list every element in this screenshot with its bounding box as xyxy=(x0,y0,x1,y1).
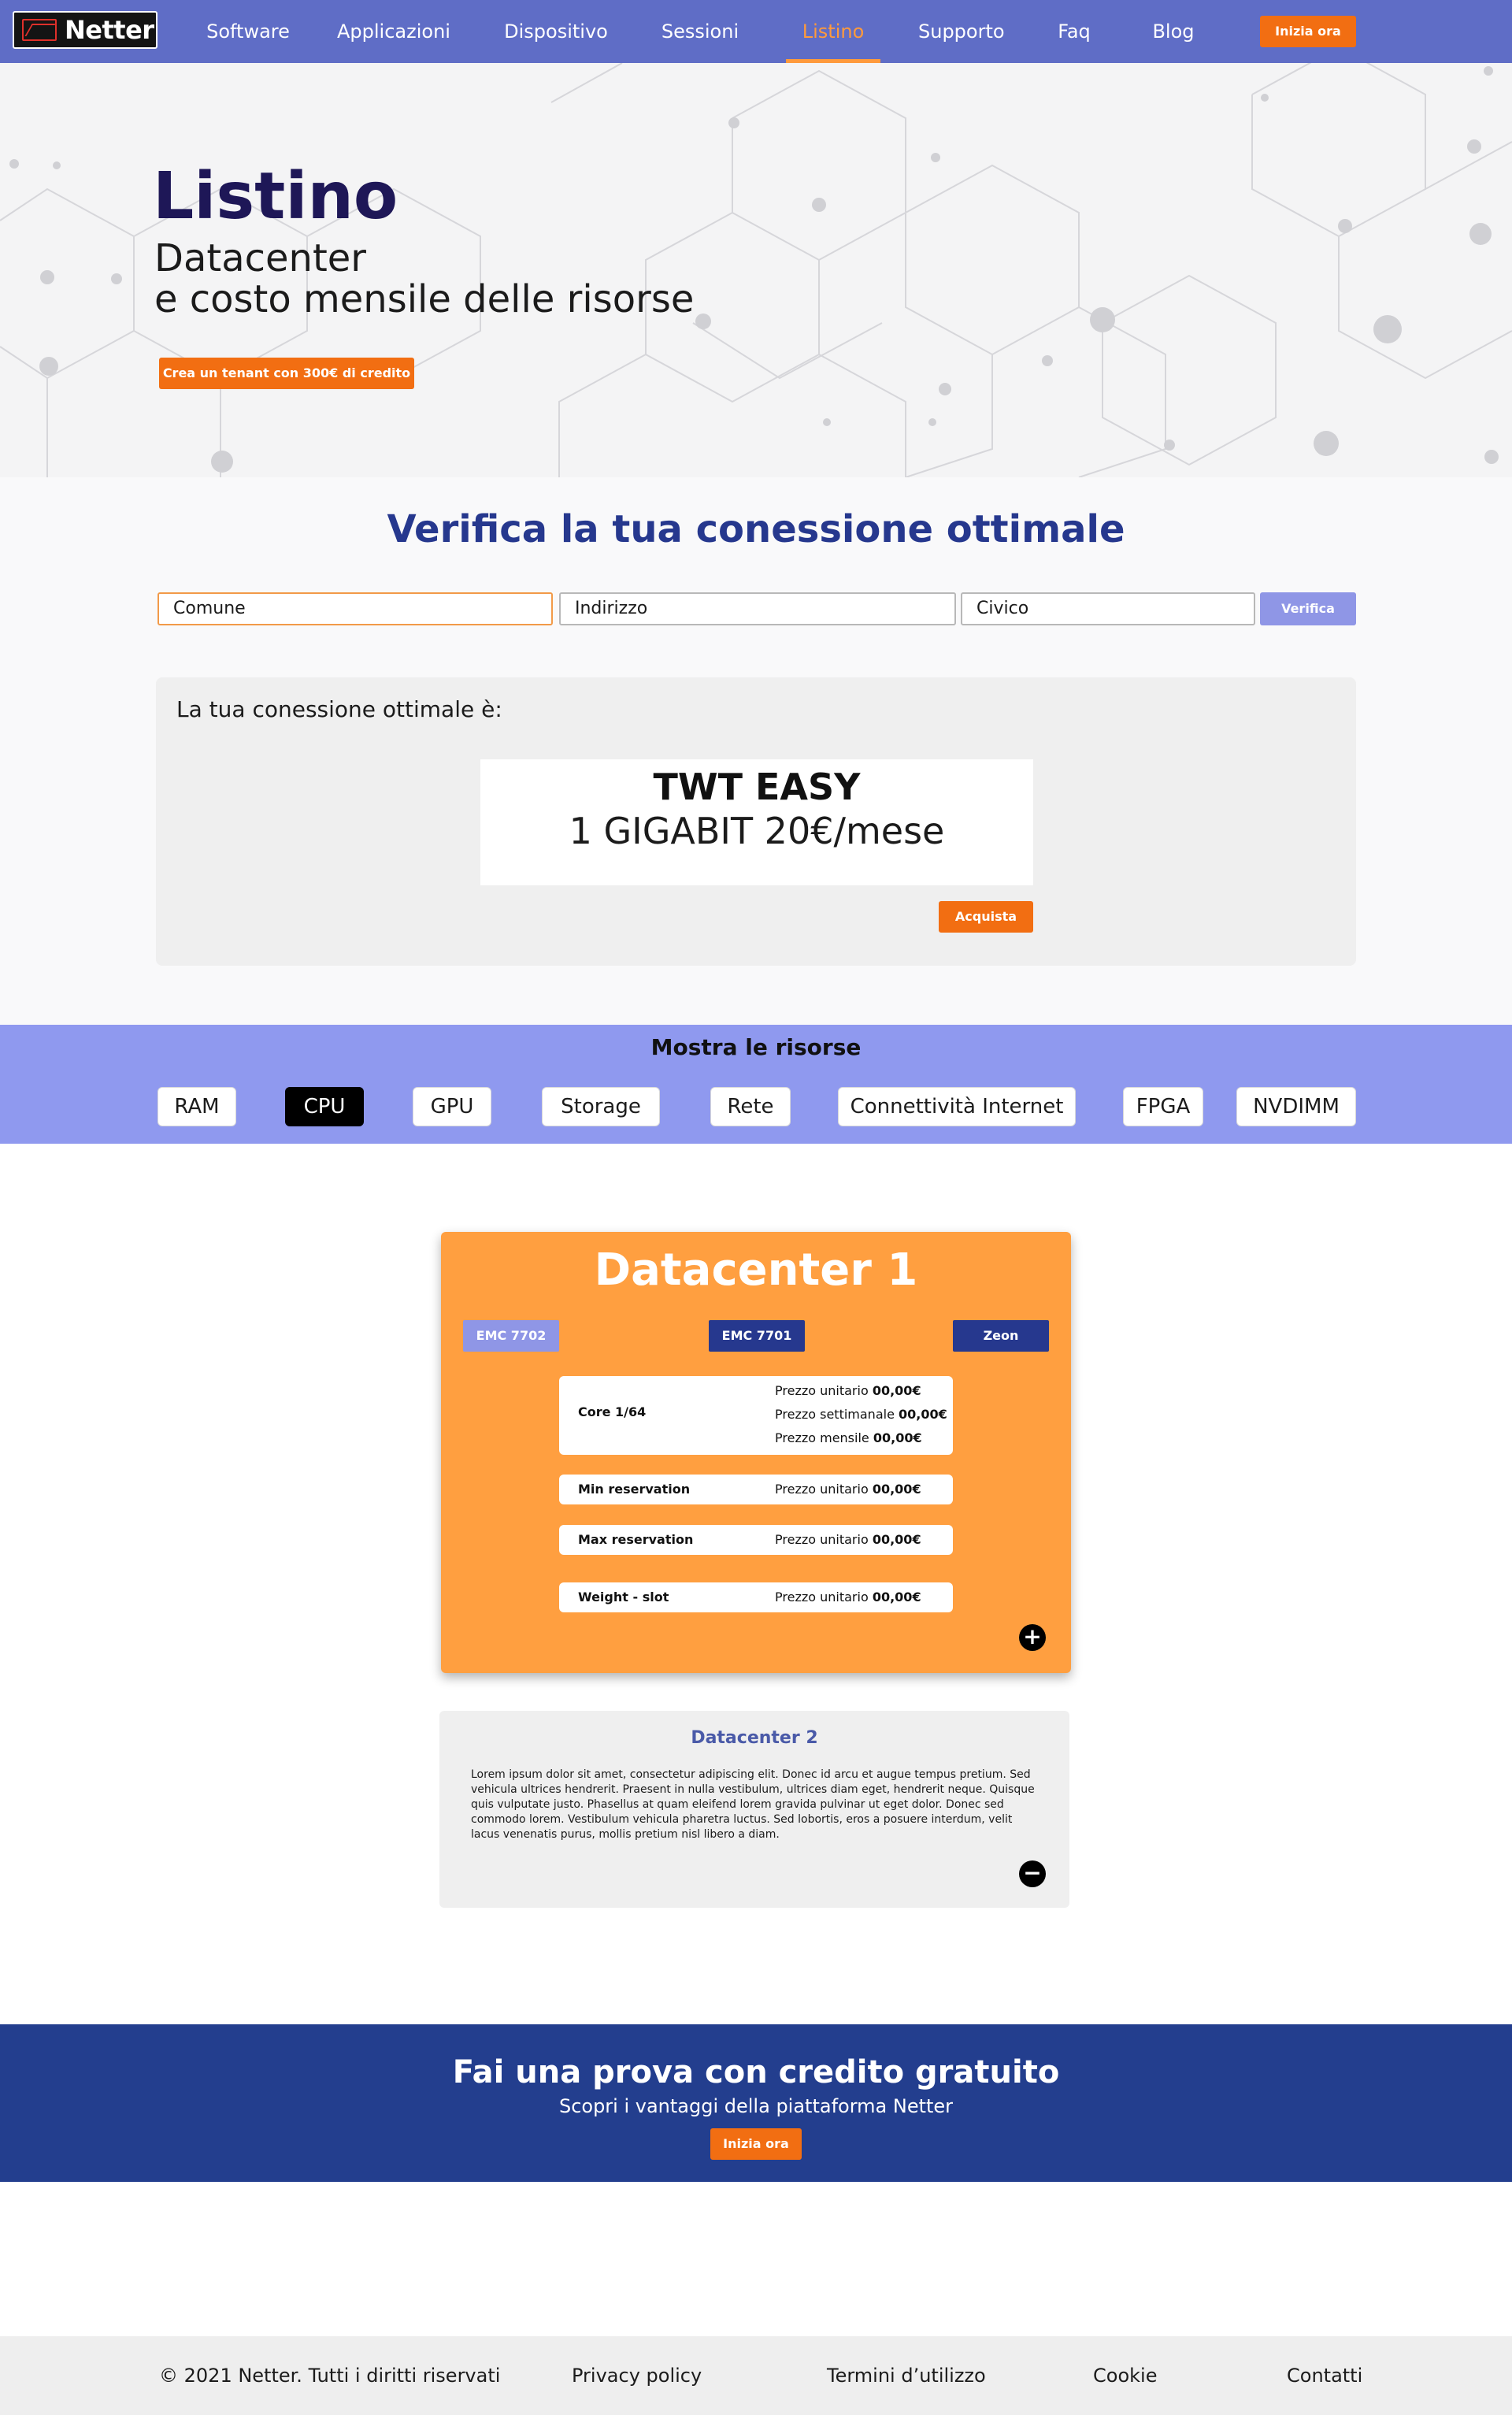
netter-logo-icon xyxy=(22,19,57,41)
resource-chip-connettivita-internet[interactable]: Connettività Internet xyxy=(838,1087,1076,1126)
price-name: Prezzo unitario xyxy=(775,1590,869,1604)
resource-chip-cpu[interactable]: CPU xyxy=(285,1087,364,1126)
tab-zeon[interactable]: Zeon xyxy=(953,1320,1049,1352)
nav-item-supporto[interactable]: Supporto xyxy=(918,0,1005,63)
price-value: 00,00€ xyxy=(872,1482,921,1497)
price-row-core: Core 1/64 Prezzo unitario 00,00€ Prezzo … xyxy=(559,1376,953,1455)
buy-button[interactable]: Acquista xyxy=(939,901,1033,933)
footer-copyright: © 2021 Netter. Tutti i diritti riservati xyxy=(159,2365,501,2387)
verify-button[interactable]: Verifica xyxy=(1260,592,1356,625)
free-credit-banner: Fai una prova con credito gratuito Scopr… xyxy=(0,2024,1512,2182)
nav-item-listino[interactable]: Listino xyxy=(786,0,880,63)
nav-item-sessioni[interactable]: Sessioni xyxy=(660,0,740,63)
resource-chip-fpga[interactable]: FPGA xyxy=(1123,1087,1203,1126)
row-prices: Prezzo unitario 00,00€ xyxy=(775,1478,921,1501)
collapse-minus-icon[interactable]: − xyxy=(1019,1860,1046,1887)
footer-privacy-link[interactable]: Privacy policy xyxy=(572,2336,702,2415)
row-prices: Prezzo unitario 00,00€ xyxy=(775,1586,921,1609)
hero-subtitle-line2: e costo mensile delle risorse xyxy=(154,277,695,321)
nav-item-blog[interactable]: Blog xyxy=(1151,0,1195,63)
price-row-min-reservation: Min reservation Prezzo unitario 00,00€ xyxy=(559,1475,953,1504)
row-label: Max reservation xyxy=(578,1532,694,1547)
logo-text: Netter xyxy=(65,15,154,45)
price-name: Prezzo unitario xyxy=(775,1383,869,1398)
tab-emc-7702[interactable]: EMC 7702 xyxy=(463,1320,559,1352)
row-label: Min reservation xyxy=(578,1482,691,1497)
hero-section: Listino Datacenter e costo mensile delle… xyxy=(0,63,1512,477)
price-value: 00,00€ xyxy=(899,1407,947,1422)
nav-item-software[interactable]: Software xyxy=(206,0,290,63)
connection-check-title: Verifica la tua conessione ottimale xyxy=(387,507,1125,551)
datacenter-2-description: Lorem ipsum dolor sit amet, consectetur … xyxy=(471,1768,1035,1841)
price-name: Prezzo mensile xyxy=(775,1430,869,1445)
datacenter-2-card: Datacenter 2 Lorem ipsum dolor sit amet,… xyxy=(439,1711,1069,1908)
hero-subtitle: Datacenter e costo mensile delle risorse xyxy=(154,238,694,320)
page-title: Listino xyxy=(153,159,398,234)
connection-result-card: La tua conessione ottimale è: TWT EASY 1… xyxy=(156,677,1356,966)
row-prices: Prezzo unitario 00,00€ xyxy=(775,1528,921,1552)
price-value: 00,00€ xyxy=(872,1532,921,1547)
price-row-weight-slot: Weight - slot Prezzo unitario 00,00€ xyxy=(559,1582,953,1612)
nav-start-button[interactable]: Inizia ora xyxy=(1260,16,1356,47)
connection-check-section: Verifica la tua conessione ottimale Comu… xyxy=(0,477,1512,1025)
top-navbar: Netter Software Applicazioni Dispositivo… xyxy=(0,0,1512,63)
price-value: 00,00€ xyxy=(872,1590,921,1604)
comune-input[interactable]: Comune xyxy=(158,592,553,625)
datacenter-2-title: Datacenter 2 xyxy=(691,1728,818,1748)
resource-chip-gpu[interactable]: GPU xyxy=(413,1087,491,1126)
price-value: 00,00€ xyxy=(873,1430,922,1445)
resource-chip-rete[interactable]: Rete xyxy=(710,1087,791,1126)
plan-price: 1 GIGABIT 20€/mese xyxy=(569,810,945,852)
nav-item-applicazioni[interactable]: Applicazioni xyxy=(337,0,450,63)
resource-chip-storage[interactable]: Storage xyxy=(542,1087,660,1126)
row-prices: Prezzo unitario 00,00€ Prezzo settimanal… xyxy=(775,1379,947,1450)
footer-contacts-link[interactable]: Contatti xyxy=(1287,2336,1362,2415)
netter-logo[interactable]: Netter xyxy=(13,11,158,49)
nav-item-dispositivo[interactable]: Dispositivo xyxy=(504,0,608,63)
civico-input[interactable]: Civico xyxy=(961,592,1255,625)
resource-chip-ram[interactable]: RAM xyxy=(158,1087,236,1126)
plan-name: TWT EASY xyxy=(653,766,861,808)
resources-title: Mostra le risorse xyxy=(650,1034,862,1060)
resource-chip-nvdimm[interactable]: NVDIMM xyxy=(1236,1087,1356,1126)
price-name: Prezzo settimanale xyxy=(775,1407,895,1422)
expand-plus-icon[interactable]: + xyxy=(1019,1624,1046,1651)
resources-section: Mostra le risorse RAM CPU GPU Storage Re… xyxy=(0,1025,1512,1144)
footer-terms-link[interactable]: Termini d’utilizzo xyxy=(827,2336,986,2415)
cta-title: Fai una prova con credito gratuito xyxy=(452,2054,1060,2090)
price-name: Prezzo unitario xyxy=(775,1532,869,1547)
indirizzo-input[interactable]: Indirizzo xyxy=(559,592,956,625)
plan-box: TWT EASY 1 GIGABIT 20€/mese xyxy=(480,759,1033,885)
row-label: Core 1/64 xyxy=(578,1404,647,1419)
nav-item-faq[interactable]: Faq xyxy=(1055,0,1093,63)
footer-cookie-link[interactable]: Cookie xyxy=(1093,2336,1157,2415)
price-value: 00,00€ xyxy=(872,1383,921,1398)
datacenter-1-title: Datacenter 1 xyxy=(594,1245,918,1296)
footer: © 2021 Netter. Tutti i diritti riservati… xyxy=(0,2336,1512,2415)
tab-emc-7701[interactable]: EMC 7701 xyxy=(709,1320,805,1352)
create-tenant-button[interactable]: Crea un tenant con 300€ di credito xyxy=(159,358,414,389)
hero-subtitle-line1: Datacenter xyxy=(154,236,367,280)
price-name: Prezzo unitario xyxy=(775,1482,869,1497)
price-row-max-reservation: Max reservation Prezzo unitario 00,00€ xyxy=(559,1525,953,1555)
cta-start-button[interactable]: Inizia ora xyxy=(710,2128,802,2160)
cta-subtitle: Scopri i vantaggi della piattaforma Nett… xyxy=(558,2095,954,2117)
datacenter-1-card: Datacenter 1 EMC 7702 EMC 7701 Zeon Core… xyxy=(441,1232,1071,1673)
result-label: La tua conessione ottimale è: xyxy=(176,696,502,722)
row-label: Weight - slot xyxy=(578,1590,669,1604)
